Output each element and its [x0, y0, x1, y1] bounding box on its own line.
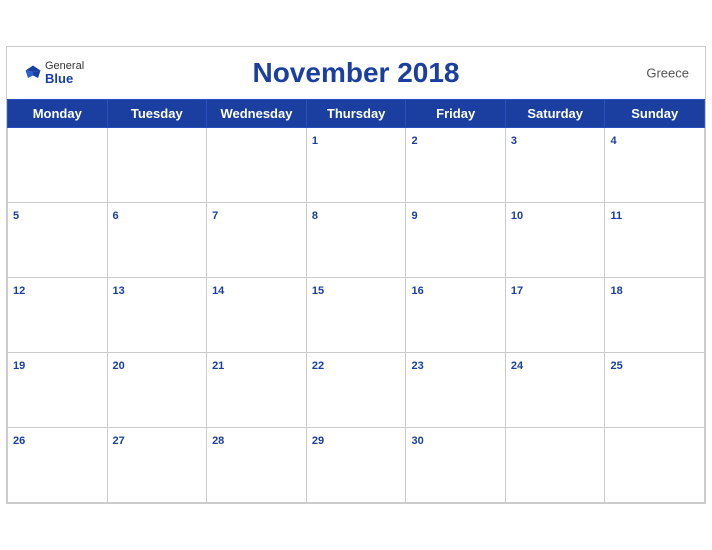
- day-cell-19: 19: [8, 353, 108, 428]
- month-year-title: November 2018: [252, 57, 459, 89]
- day-cell-20: 20: [107, 353, 207, 428]
- calendar-week-row: 26 27 28 29 30: [8, 428, 705, 503]
- day-number-25: 25: [610, 360, 622, 372]
- day-number-26: 26: [13, 435, 25, 447]
- calendar-thead: Monday Tuesday Wednesday Thursday Friday…: [8, 100, 705, 128]
- day-number-23: 23: [411, 360, 423, 372]
- day-cell-18: 18: [605, 278, 705, 353]
- calendar-body: 1234567891011121314151617181920212223242…: [8, 128, 705, 503]
- day-cell-28: 28: [207, 428, 307, 503]
- day-cell-17: 17: [505, 278, 605, 353]
- calendar-week-row: 19 20 21 22 23 24 25: [8, 353, 705, 428]
- day-number-28: 28: [212, 435, 224, 447]
- day-number-9: 9: [411, 210, 417, 222]
- day-cell-14: 14: [207, 278, 307, 353]
- day-cell-11: 11: [605, 203, 705, 278]
- day-cell-3: 3: [505, 128, 605, 203]
- day-number-17: 17: [511, 285, 523, 297]
- day-cell-23: 23: [406, 353, 505, 428]
- day-cell-7: 7: [207, 203, 307, 278]
- day-number-22: 22: [312, 360, 324, 372]
- day-number-20: 20: [113, 360, 125, 372]
- day-number-24: 24: [511, 360, 523, 372]
- day-number-1: 1: [312, 135, 318, 147]
- day-number-29: 29: [312, 435, 324, 447]
- day-number-30: 30: [411, 435, 423, 447]
- day-cell-15: 15: [306, 278, 406, 353]
- day-cell-9: 9: [406, 203, 505, 278]
- day-cell-29: 29: [306, 428, 406, 503]
- country-label: Greece: [646, 66, 689, 81]
- day-number-18: 18: [610, 285, 622, 297]
- day-cell-26: 26: [8, 428, 108, 503]
- day-number-8: 8: [312, 210, 318, 222]
- day-cell-24: 24: [505, 353, 605, 428]
- day-number-7: 7: [212, 210, 218, 222]
- calendar-week-row: 1 2 3 4: [8, 128, 705, 203]
- logo-text-group: General Blue: [45, 61, 84, 85]
- day-cell-10: 10: [505, 203, 605, 278]
- day-number-2: 2: [411, 135, 417, 147]
- day-cell-6: 6: [107, 203, 207, 278]
- day-cell-30: 30: [406, 428, 505, 503]
- logo-bird-svg: [23, 63, 43, 83]
- day-number-21: 21: [212, 360, 224, 372]
- calendar-table: Monday Tuesday Wednesday Thursday Friday…: [7, 99, 705, 503]
- day-number-11: 11: [610, 210, 622, 222]
- empty-day-cell: [605, 428, 705, 503]
- header-wednesday: Wednesday: [207, 100, 307, 128]
- day-number-12: 12: [13, 285, 25, 297]
- logo-blue-text: Blue: [45, 72, 73, 85]
- day-cell-25: 25: [605, 353, 705, 428]
- calendar-week-row: 12 13 14 15 16 17 18: [8, 278, 705, 353]
- header-sunday: Sunday: [605, 100, 705, 128]
- day-number-13: 13: [113, 285, 125, 297]
- empty-day-cell: [207, 128, 307, 203]
- header-tuesday: Tuesday: [107, 100, 207, 128]
- day-cell-8: 8: [306, 203, 406, 278]
- calendar-header: General Blue November 2018 Greece: [7, 47, 705, 99]
- day-number-16: 16: [411, 285, 423, 297]
- day-cell-21: 21: [207, 353, 307, 428]
- day-cell-12: 12: [8, 278, 108, 353]
- day-number-5: 5: [13, 210, 19, 222]
- day-cell-4: 4: [605, 128, 705, 203]
- day-cell-1: 1: [306, 128, 406, 203]
- empty-day-cell: [8, 128, 108, 203]
- header-thursday: Thursday: [306, 100, 406, 128]
- empty-day-cell: [107, 128, 207, 203]
- day-cell-16: 16: [406, 278, 505, 353]
- day-number-10: 10: [511, 210, 523, 222]
- day-cell-22: 22: [306, 353, 406, 428]
- header-saturday: Saturday: [505, 100, 605, 128]
- day-cell-13: 13: [107, 278, 207, 353]
- day-cell-5: 5: [8, 203, 108, 278]
- day-cell-27: 27: [107, 428, 207, 503]
- logo-icon: General Blue: [23, 61, 84, 85]
- weekday-header-row: Monday Tuesday Wednesday Thursday Friday…: [8, 100, 705, 128]
- header-friday: Friday: [406, 100, 505, 128]
- header-monday: Monday: [8, 100, 108, 128]
- day-number-15: 15: [312, 285, 324, 297]
- day-number-6: 6: [113, 210, 119, 222]
- day-number-27: 27: [113, 435, 125, 447]
- day-number-19: 19: [13, 360, 25, 372]
- empty-day-cell: [505, 428, 605, 503]
- day-number-4: 4: [610, 135, 616, 147]
- day-number-14: 14: [212, 285, 224, 297]
- day-cell-2: 2: [406, 128, 505, 203]
- day-number-3: 3: [511, 135, 517, 147]
- calendar-week-row: 5 6 7 8 9 10 11: [8, 203, 705, 278]
- logo: General Blue: [23, 61, 84, 85]
- calendar-container: General Blue November 2018 Greece Monday…: [6, 46, 706, 504]
